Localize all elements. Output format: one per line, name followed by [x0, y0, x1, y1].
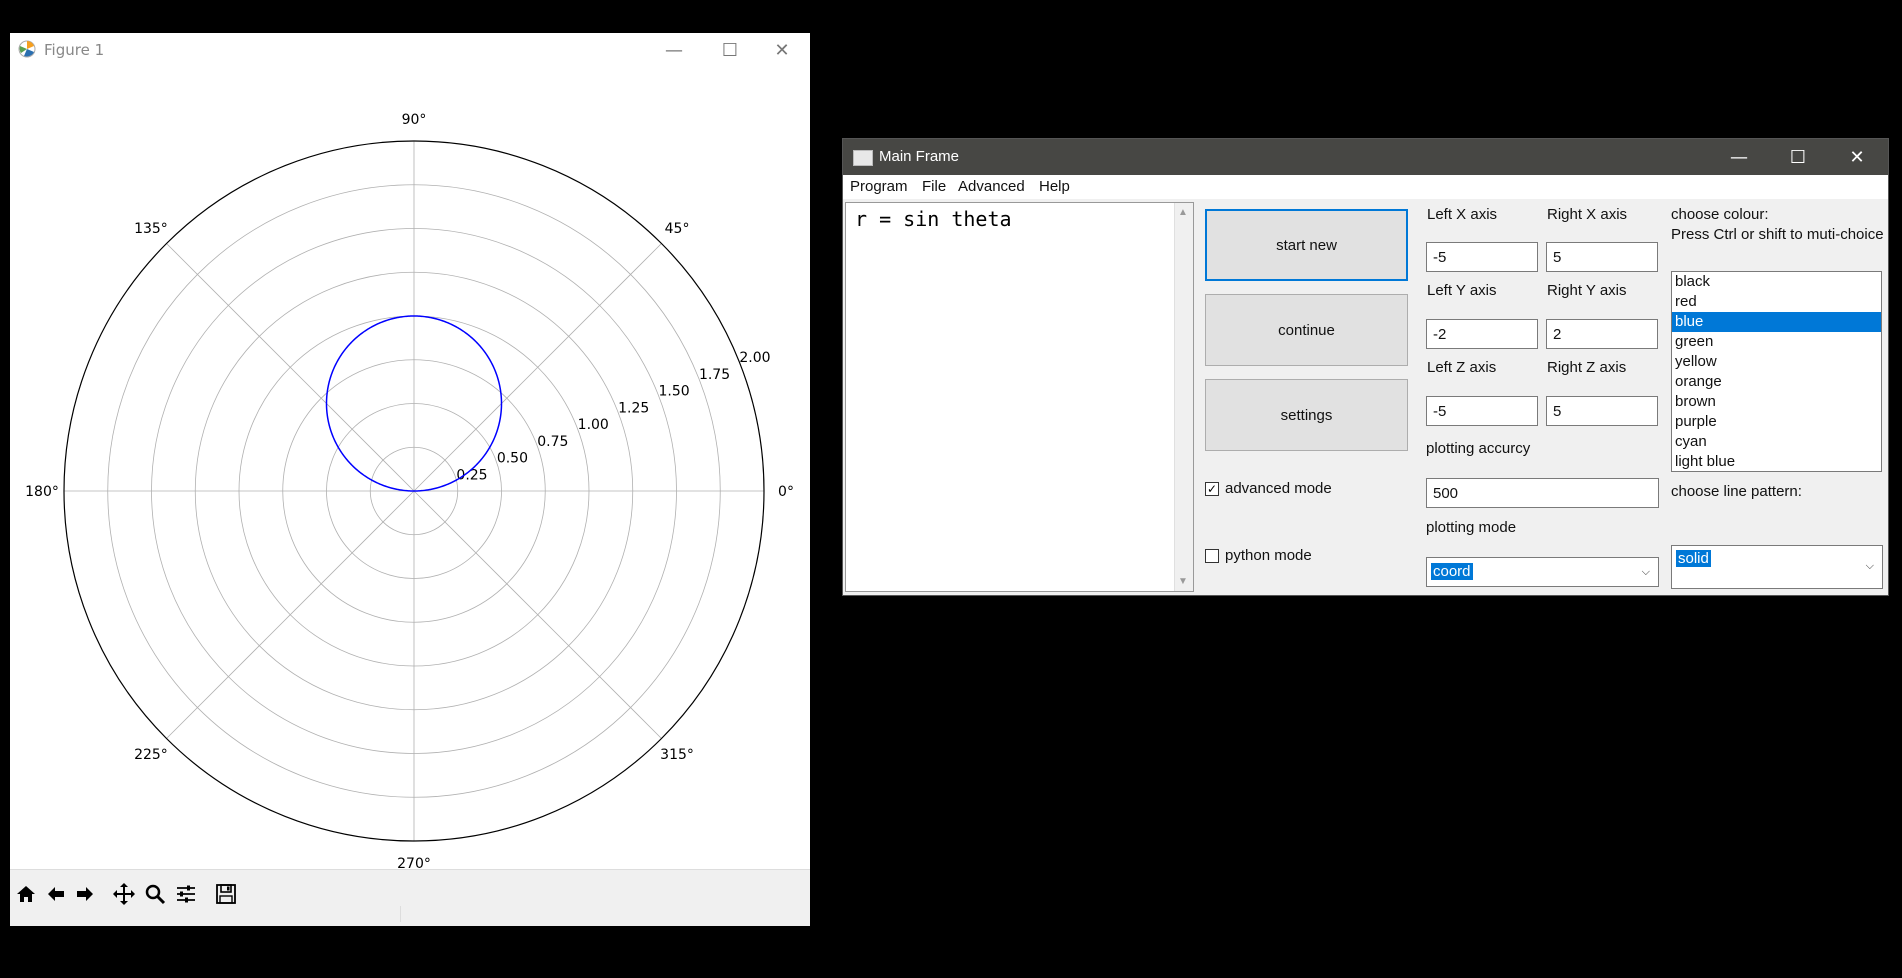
editor-scrollbar[interactable]: ▲ ▼	[1174, 203, 1193, 591]
angle-tick-label: 90°	[402, 112, 427, 128]
plotting-mode-label: plotting mode	[1426, 519, 1517, 536]
multi-choice-hint: Press Ctrl or shift to muti-choice	[1671, 226, 1884, 243]
angle-tick-label: 225°	[134, 747, 168, 763]
radial-tick-label: 1.75	[699, 367, 730, 383]
navigation-toolbar	[10, 869, 810, 926]
scroll-up-icon[interactable]: ▲	[1178, 207, 1188, 218]
back-arrow-icon[interactable]	[42, 880, 70, 908]
right-x-axis-input[interactable]	[1546, 242, 1658, 272]
main-frame-titlebar[interactable]: Main Frame — ☐ ✕	[843, 139, 1888, 175]
left-z-axis-input[interactable]	[1426, 396, 1538, 426]
plotting-accuracy-input[interactable]	[1426, 478, 1659, 508]
python-mode-label: python mode	[1225, 547, 1312, 564]
main-frame-title: Main Frame	[879, 148, 960, 165]
menu-help[interactable]: Help	[1039, 178, 1070, 195]
left-x-axis-input[interactable]	[1426, 242, 1538, 272]
plotting-accuracy-label: plotting accurcy	[1426, 440, 1531, 457]
radial-tick-label: 0.50	[497, 451, 528, 467]
colour-option[interactable]: orange	[1672, 372, 1881, 392]
colour-option[interactable]: red	[1672, 292, 1881, 312]
right-x-axis-label: Right X axis	[1547, 206, 1628, 223]
equation-text[interactable]: r = sin theta	[855, 207, 1012, 231]
minimize-button[interactable]: —	[1711, 139, 1767, 175]
figure-title: Figure 1	[44, 41, 105, 59]
plotting-mode-select[interactable]: coord ⌵	[1426, 557, 1659, 587]
colour-option[interactable]: light blue	[1672, 452, 1881, 471]
python-mode-checkbox[interactable]	[1205, 549, 1219, 563]
line-pattern-value: solid	[1676, 550, 1711, 567]
main-frame-client: r = sin theta ▲ ▼ start new continue set…	[843, 199, 1888, 595]
maximize-button[interactable]: ☐	[702, 33, 758, 67]
right-z-axis-input[interactable]	[1546, 396, 1658, 426]
figure-titlebar[interactable]: Figure 1 — ☐ ✕	[10, 33, 810, 67]
window-icon	[853, 150, 873, 166]
pan-icon[interactable]	[110, 880, 138, 908]
angle-tick-label: 180°	[25, 484, 59, 500]
zoom-icon[interactable]	[141, 880, 169, 908]
right-y-axis-label: Right Y axis	[1547, 282, 1627, 299]
save-icon[interactable]	[212, 880, 240, 908]
minimize-button[interactable]: —	[646, 33, 702, 67]
radial-tick-label: 1.25	[618, 400, 649, 416]
angular-gridline	[413, 490, 662, 739]
figure-window: Figure 1 — ☐ ✕ 0° 45° 90° 135° 180° 225° 270° 3…	[10, 33, 810, 926]
left-y-axis-label: Left Y axis	[1427, 282, 1497, 299]
angle-tick-label: 135°	[134, 221, 168, 237]
colour-option[interactable]: black	[1672, 272, 1881, 292]
colour-option[interactable]: purple	[1672, 412, 1881, 432]
left-x-axis-label: Left X axis	[1427, 206, 1498, 223]
radial-tick-label: 2.00	[739, 350, 770, 366]
radial-tick-label: 1.50	[659, 384, 690, 400]
colour-option[interactable]: brown	[1672, 392, 1881, 412]
close-button[interactable]: ✕	[754, 33, 810, 67]
advanced-mode-checkbox[interactable]: ✓	[1205, 482, 1219, 496]
radial-tick-label: 1.00	[578, 417, 609, 433]
plotting-mode-value: coord	[1431, 563, 1473, 580]
colour-option[interactable]: green	[1672, 332, 1881, 352]
menu-file[interactable]: File	[922, 178, 946, 195]
colour-option[interactable]: blue	[1672, 312, 1881, 332]
angular-gridline	[166, 243, 415, 492]
maximize-button[interactable]: ☐	[1770, 139, 1826, 175]
chevron-down-icon: ⌵	[1641, 566, 1650, 578]
colour-option[interactable]: cyan	[1672, 432, 1881, 452]
close-button[interactable]: ✕	[1829, 139, 1885, 175]
matplotlib-logo-icon	[18, 40, 36, 58]
menu-program[interactable]: Program	[850, 178, 908, 195]
start-new-button[interactable]: start new	[1205, 209, 1408, 281]
home-icon[interactable]	[12, 880, 40, 908]
colour-listbox[interactable]: black red blue green yellow orange brown purple…	[1671, 271, 1882, 472]
menu-bar: Program File Advanced Help	[843, 175, 1888, 199]
line-pattern-select[interactable]: solid ⌵	[1671, 545, 1883, 589]
forward-arrow-icon[interactable]	[71, 880, 99, 908]
main-frame-window: Main Frame — ☐ ✕ Program File Advanced H…	[842, 138, 1889, 596]
angle-tick-label: 45°	[665, 221, 690, 237]
left-z-axis-label: Left Z axis	[1427, 359, 1497, 376]
colour-option[interactable]: yellow	[1672, 352, 1881, 372]
left-y-axis-input[interactable]	[1426, 319, 1538, 349]
angular-gridline	[166, 490, 415, 739]
scroll-down-icon[interactable]: ▼	[1178, 576, 1188, 587]
right-z-axis-label: Right Z axis	[1547, 359, 1627, 376]
chevron-down-icon: ⌵	[1865, 560, 1874, 572]
line-pattern-label: choose line pattern:	[1671, 483, 1802, 500]
right-y-axis-input[interactable]	[1546, 319, 1658, 349]
configure-subplots-icon[interactable]	[172, 880, 200, 908]
angle-tick-label: 0°	[778, 484, 794, 500]
angular-gridline	[413, 243, 662, 492]
advanced-mode-label: advanced mode	[1225, 480, 1332, 497]
radial-tick-label: 0.75	[537, 434, 568, 450]
choose-colour-label: choose colour:	[1671, 206, 1769, 223]
toolbar-divider	[400, 906, 401, 922]
continue-button[interactable]: continue	[1205, 294, 1408, 366]
menu-advanced[interactable]: Advanced	[958, 178, 1025, 195]
settings-button[interactable]: settings	[1205, 379, 1408, 451]
equation-editor[interactable]: r = sin theta ▲ ▼	[845, 202, 1194, 592]
polar-plot[interactable]: 0°45°90°135°180°225°270°315°0.250.500.75…	[10, 67, 810, 871]
angle-tick-label: 315°	[660, 747, 694, 763]
